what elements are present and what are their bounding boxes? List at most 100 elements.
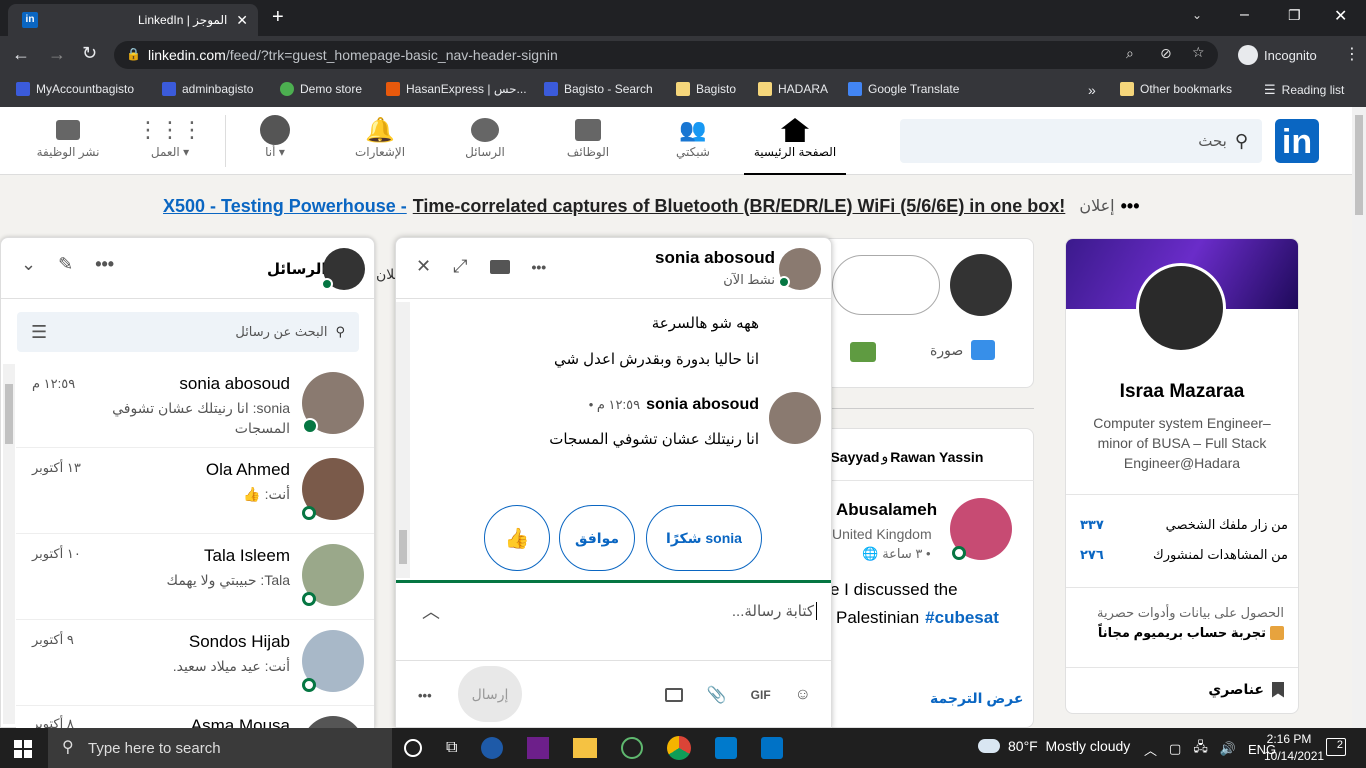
filter-icon[interactable]: ☰ [31, 322, 47, 343]
linkedin-logo[interactable]: in [1275, 119, 1319, 163]
network-icon[interactable]: 🖧 [1193, 738, 1208, 760]
ad-banner[interactable]: X500 - Testing Powerhouse - Time-correla… [163, 194, 1193, 218]
tracking-icon[interactable]: ⊘ [1160, 45, 1172, 62]
video-call-icon[interactable] [489, 259, 510, 274]
ad-link[interactable]: X500 - Testing Powerhouse - [163, 196, 407, 217]
emoji-icon[interactable]: ☺ [795, 686, 811, 704]
message-input[interactable]: كتابة رسالة... [732, 602, 817, 620]
more-options-icon[interactable]: ••• [418, 688, 432, 703]
close-window-icon[interactable]: ✕ [1334, 6, 1347, 26]
task-view-icon[interactable]: ⧉ [446, 739, 457, 757]
attachment-icon[interactable]: 📎 [707, 685, 727, 705]
outlook-icon[interactable] [761, 737, 784, 759]
phpstorm-icon[interactable] [527, 737, 550, 759]
more-options-icon[interactable]: ••• [95, 254, 114, 275]
nav-messaging[interactable]: الرسائل [458, 115, 512, 159]
my-items[interactable]: عناصري [1208, 681, 1284, 698]
profile-name[interactable]: Israa Mazaraa [1066, 381, 1298, 403]
forward-icon[interactable]: → [48, 44, 66, 65]
zoom-icon[interactable]: ⌕ [1126, 45, 1134, 62]
more-options-icon[interactable]: ••• [532, 259, 547, 275]
avatar[interactable] [950, 254, 1012, 316]
nav-home[interactable]: الصفحة الرئيسية [744, 115, 846, 175]
collapse-chevron-icon[interactable]: ⌄ [21, 254, 36, 275]
reading-list[interactable]: ☰ Reading list [1264, 82, 1344, 98]
chat-scrollbar[interactable] [396, 302, 410, 578]
conversation-item[interactable]: ١٢:٥٩ م sonia abosoud sonia: انا رنيتلك … [16, 362, 374, 448]
gif-icon[interactable]: GIF [751, 688, 771, 702]
browser-tab[interactable]: in LinkedIn | الموجز ✕ [8, 4, 258, 36]
profile-impressions[interactable]: ٢٧٦ من المشاهدات لمنشورك [1080, 547, 1288, 563]
new-tab-icon[interactable]: + [272, 6, 284, 29]
avatar[interactable] [769, 392, 821, 444]
hashtag-link[interactable]: #cubesat [925, 608, 999, 628]
clock[interactable]: 2:16 PM 10/14/2021 [1264, 731, 1324, 765]
bookmark-item[interactable]: MyAccountbagisto [16, 82, 134, 96]
page-scrollbar[interactable] [1352, 107, 1366, 728]
chrome-icon[interactable] [667, 736, 692, 760]
send-button[interactable]: إرسال [458, 666, 522, 722]
bookmark-star-icon[interactable]: ☆ [1192, 44, 1205, 61]
quick-reply-thumbs-up[interactable]: 👍 [484, 505, 550, 571]
nav-jobs[interactable]: الوظائف [560, 115, 616, 159]
conversation-scrollbar[interactable] [3, 364, 15, 724]
conversation-item[interactable]: ٩ أكتوبر Sondos Hijab أنت: عيد ميلاد سعي… [16, 620, 374, 706]
start-post-button[interactable] [832, 255, 940, 315]
cortana-icon[interactable] [404, 739, 422, 757]
translate-link[interactable]: عرض الترجمة [930, 690, 1023, 707]
nav-network[interactable]: 👥 شبكتي [666, 115, 720, 159]
nav-me[interactable]: أنا ▾ [250, 115, 300, 159]
bookmark-folder[interactable]: Bagisto [676, 82, 736, 96]
taskbar-search[interactable]: ⚲ Type here to search [48, 728, 392, 768]
vscode-icon[interactable] [715, 737, 738, 759]
volume-icon[interactable]: 🔊 [1220, 741, 1236, 757]
message-search-input[interactable]: ☰ البحث عن رسائل ⚲ [17, 312, 359, 352]
search-input[interactable]: بحث ⚲ [900, 119, 1262, 163]
video-icon[interactable] [850, 342, 876, 362]
image-icon[interactable] [664, 688, 683, 702]
chrome-menu-icon[interactable]: ⋮ [1344, 44, 1360, 64]
quick-reply-ok[interactable]: موافق [559, 505, 635, 571]
file-explorer-icon[interactable] [573, 738, 598, 758]
profile-avatar[interactable] [1136, 263, 1226, 353]
tab-search-icon[interactable]: ⌄ [1192, 8, 1202, 22]
quick-reply-thanks[interactable]: شكرًا sonia [646, 505, 762, 571]
close-icon[interactable]: ✕ [416, 256, 431, 277]
bookmark-folder[interactable]: HADARA [758, 82, 828, 96]
back-icon[interactable]: ← [12, 44, 30, 65]
minimize-icon[interactable]: – [1240, 6, 1249, 24]
url-bar[interactable]: 🔒 linkedin.com /feed/?trk=guest_homepage… [114, 41, 1218, 69]
bookmark-item[interactable]: Google Translate [848, 82, 959, 96]
chat-contact-name[interactable]: sonia abosoud [655, 248, 775, 268]
photo-button[interactable]: صورة [930, 340, 996, 360]
conversation-item[interactable]: ١٣ أكتوبر Ola Ahmed أنت: 👍 [16, 448, 374, 534]
tray-chevron-icon[interactable]: ︿ [1144, 740, 1157, 759]
premium-promo[interactable]: الحصول على بيانات وأدوات حصرية تجربة حسا… [1097, 605, 1284, 641]
incognito-badge[interactable]: Incognito [1228, 42, 1327, 68]
windows-start-icon[interactable] [14, 740, 32, 758]
bookmark-item[interactable]: HasanExpress | حس... [386, 82, 527, 96]
restore-icon[interactable]: ❐ [1288, 7, 1301, 24]
weather-widget[interactable]: 80°F Mostly cloudy [978, 738, 1130, 754]
more-icon[interactable]: ••• [1121, 196, 1140, 217]
post-author-name[interactable]: Abusalameh [836, 500, 937, 520]
message-sender[interactable]: sonia abosoud [646, 396, 759, 414]
profile-viewers[interactable]: ٣٣٧ من زار ملفك الشخصي [1080, 517, 1288, 533]
notification-center-icon[interactable]: 2 [1326, 738, 1346, 756]
app-icon[interactable] [481, 737, 504, 759]
other-bookmarks[interactable]: Other bookmarks [1120, 82, 1232, 96]
conversation-item[interactable]: ٨ أكتوبر Asma Mousa [16, 706, 374, 728]
bookmark-item[interactable]: Bagisto - Search [544, 82, 653, 96]
tab-close-icon[interactable]: ✕ [236, 12, 248, 29]
reload-icon[interactable]: ↻ [82, 43, 97, 64]
messaging-title[interactable]: الرسائل [267, 260, 327, 278]
tray-app-icon[interactable]: ▢ [1169, 741, 1181, 757]
bookmark-item[interactable]: Demo store [280, 82, 362, 96]
nav-work[interactable]: ⋮⋮⋮ العمل ▾ [137, 115, 203, 159]
expand-icon[interactable]: ⤢ [453, 256, 467, 277]
compose-icon[interactable]: ✎ [58, 254, 73, 275]
conversation-item[interactable]: ١٠ أكتوبر Tala Isleem Tala: حبيبتي ولا ي… [16, 534, 374, 620]
bookmark-item[interactable]: adminbagisto [162, 82, 253, 96]
nav-notifications[interactable]: 🔔 الإشعارات [350, 115, 410, 160]
more-bookmarks-button[interactable]: » [1088, 82, 1096, 98]
